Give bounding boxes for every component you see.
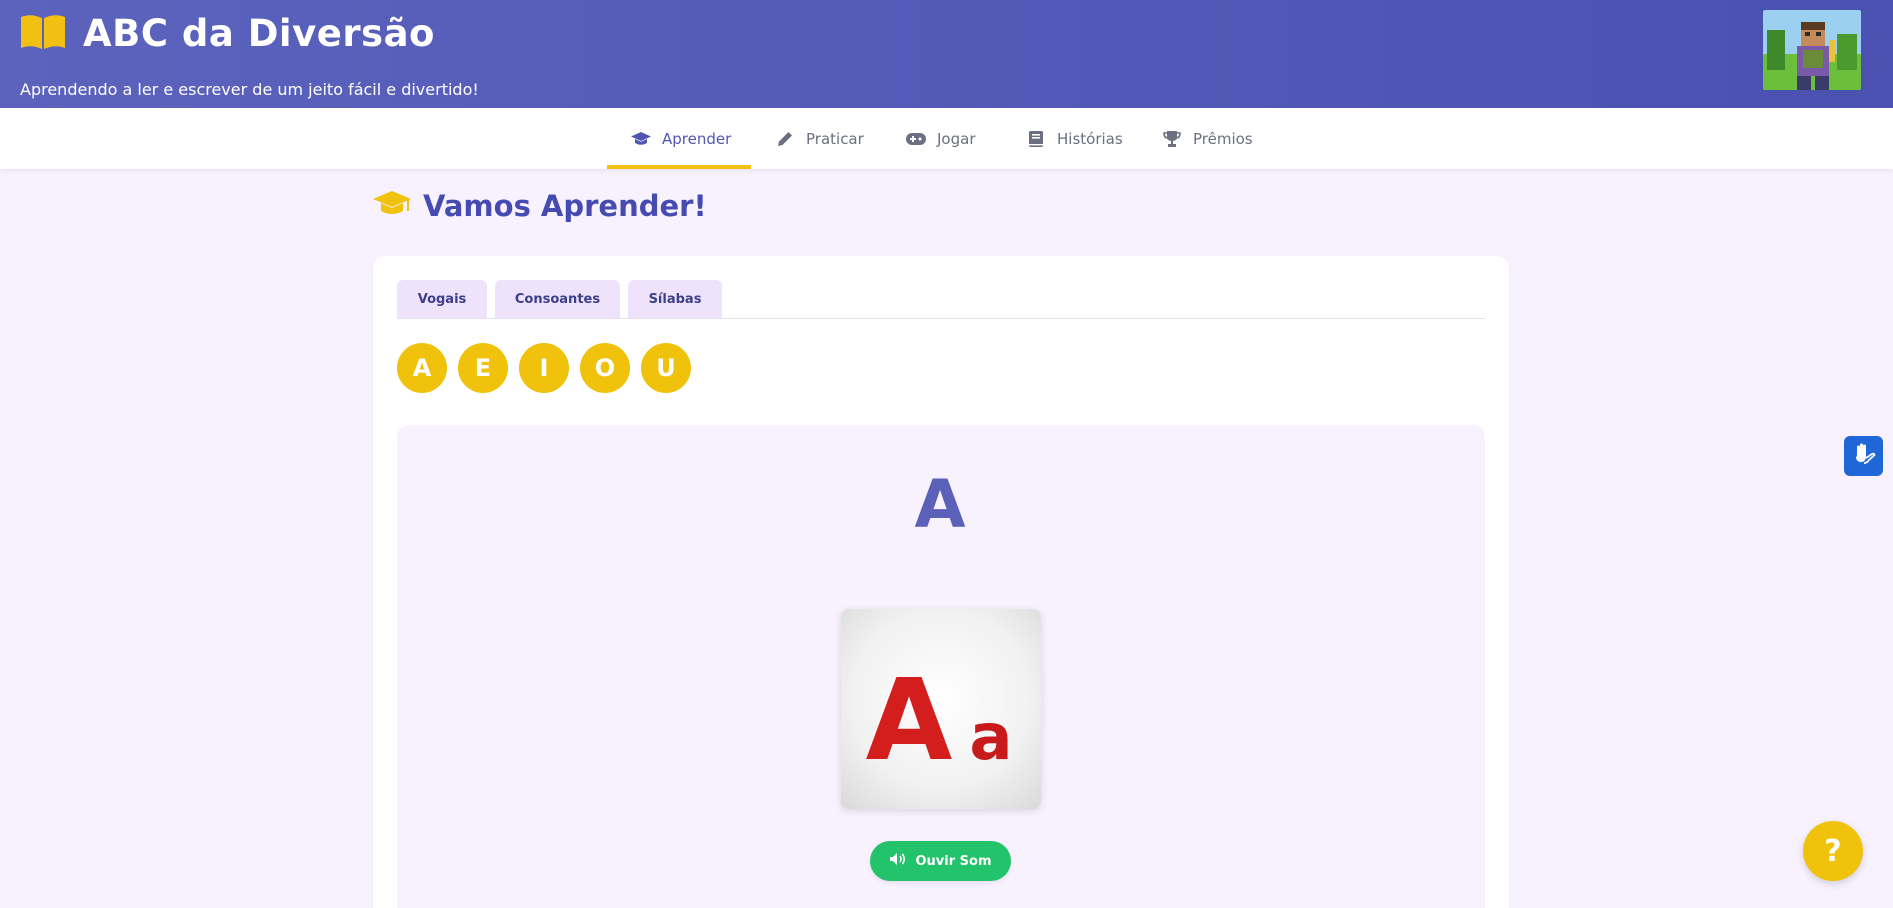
- open-book-icon: [19, 13, 67, 51]
- vowel-button-i[interactable]: I: [519, 343, 569, 393]
- help-button[interactable]: ?: [1803, 821, 1863, 881]
- letter-image: A a: [841, 609, 1041, 809]
- nav-item-historias[interactable]: Histórias: [1025, 108, 1123, 169]
- nav-item-label: Praticar: [806, 129, 864, 148]
- speaker-icon: [889, 852, 907, 870]
- nav-item-label: Aprender: [662, 129, 732, 148]
- section-header: Vamos Aprender!: [371, 186, 707, 226]
- graduation-cap-icon: [630, 130, 652, 148]
- vowel-button-u[interactable]: U: [641, 343, 691, 393]
- current-letter: A: [914, 466, 966, 543]
- gamepad-icon: [905, 130, 927, 148]
- letter-image-lower: a: [969, 701, 1012, 775]
- vowel-button-a[interactable]: A: [397, 343, 447, 393]
- nav-item-premios[interactable]: Prêmios: [1161, 108, 1253, 169]
- listen-sound-label: Ouvir Som: [915, 853, 992, 869]
- trophy-icon: [1161, 130, 1183, 148]
- vowel-button-e[interactable]: E: [458, 343, 508, 393]
- nav-item-label: Prêmios: [1193, 129, 1253, 148]
- letter-image-upper: A: [866, 656, 953, 786]
- player-avatar[interactable]: [1763, 10, 1861, 90]
- nav-item-label: Histórias: [1057, 129, 1123, 148]
- book-icon: [1025, 130, 1047, 148]
- app-title: ABC da Diversão: [83, 12, 435, 55]
- tab-silabas[interactable]: Sílabas: [628, 280, 722, 318]
- listen-sound-button[interactable]: Ouvir Som: [870, 841, 1011, 881]
- tabs-divider: [397, 318, 1485, 319]
- nav-item-praticar[interactable]: Praticar: [774, 108, 864, 169]
- app-subtitle: Aprendendo a ler e escrever de um jeito …: [20, 80, 479, 99]
- graduation-cap-icon: [371, 189, 413, 223]
- app-header: ABC da Diversão Aprendendo a ler e escre…: [0, 0, 1893, 108]
- nav-item-jogar[interactable]: Jogar: [905, 108, 975, 169]
- nav-active-indicator: [607, 165, 751, 169]
- nav-item-aprender[interactable]: Aprender: [630, 108, 731, 169]
- section-title: Vamos Aprender!: [423, 189, 707, 223]
- sign-language-button[interactable]: [1844, 436, 1883, 476]
- tab-vogais[interactable]: Vogais: [397, 280, 487, 318]
- pencil-icon: [774, 130, 796, 148]
- nav-item-label: Jogar: [937, 129, 976, 148]
- vowel-button-o[interactable]: O: [580, 343, 630, 393]
- tab-consoantes[interactable]: Consoantes: [495, 280, 620, 318]
- hands-icon: [1851, 441, 1877, 471]
